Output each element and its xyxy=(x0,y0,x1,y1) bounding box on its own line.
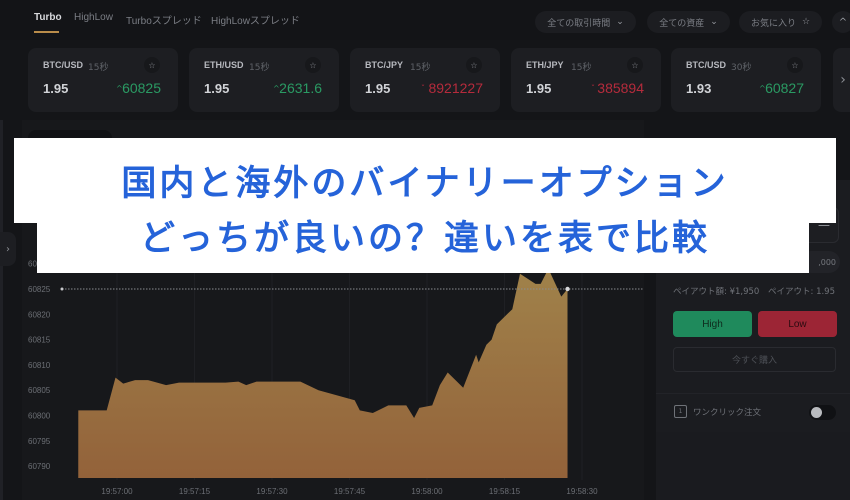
y-tick-label: 60790 xyxy=(28,462,51,471)
y-tick-label: 60825 xyxy=(28,285,51,294)
divider xyxy=(656,393,850,394)
y-tick-label: 60800 xyxy=(28,412,51,421)
x-tick-label: 19:57:15 xyxy=(179,487,211,496)
y-tick-label: 60815 xyxy=(28,336,51,345)
high-button[interactable]: High xyxy=(673,311,752,337)
y-tick-label: 60810 xyxy=(28,361,51,370)
y-tick-label: 60805 xyxy=(28,386,51,395)
one-click-label: ワンクリック注文 xyxy=(693,408,762,418)
current-price-marker xyxy=(565,286,570,292)
x-tick-label: 19:58:00 xyxy=(411,487,443,496)
banner-title-line1: 国内と海外のバイナリーオプション xyxy=(121,164,729,204)
price-area xyxy=(78,268,568,478)
x-tick-label: 19:57:30 xyxy=(256,487,288,496)
buy-now-button[interactable]: 今すぐ購入 xyxy=(673,347,836,372)
x-tick-label: 19:58:15 xyxy=(489,487,521,496)
payout-rate: ペイアウト: 1.95 xyxy=(768,287,835,297)
x-tick-label: 19:57:00 xyxy=(101,487,133,496)
x-tick-label: 19:58:30 xyxy=(566,487,598,496)
x-tick-label: 19:57:45 xyxy=(334,487,366,496)
banner-title-line2: どっちが良いの？違いを表で比較 xyxy=(139,219,710,259)
one-click-icon: 1 xyxy=(674,405,687,418)
trade-panel-footer xyxy=(656,432,850,500)
one-click-toggle[interactable] xyxy=(809,405,836,420)
y-tick-label: 60795 xyxy=(28,437,51,446)
toggle-knob xyxy=(811,407,822,418)
payout-amount: ペイアウト額: ¥1,950 xyxy=(673,287,760,297)
low-button[interactable]: Low xyxy=(758,311,837,337)
current-price-start-marker xyxy=(60,287,64,291)
y-tick-label: 60820 xyxy=(28,310,51,319)
